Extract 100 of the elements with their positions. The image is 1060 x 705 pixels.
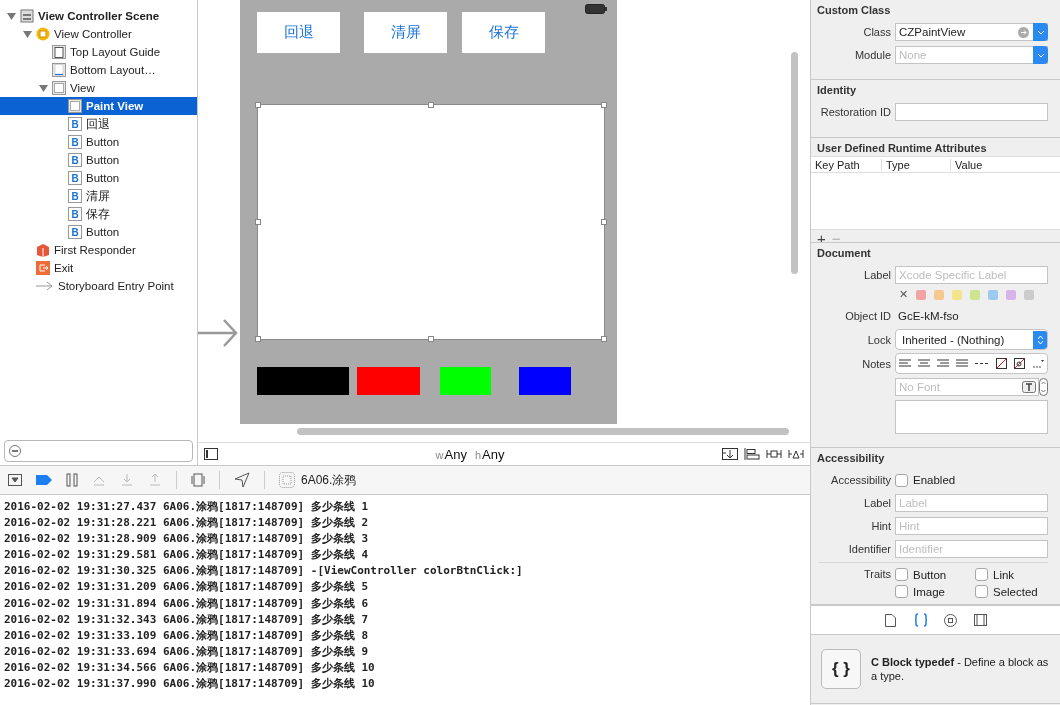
outline-row[interactable]: B 回退 xyxy=(0,115,197,133)
scrollbar[interactable] xyxy=(791,52,798,274)
location-icon[interactable] xyxy=(234,472,250,488)
label-color-swatch[interactable] xyxy=(988,289,998,300)
label-color-swatch[interactable] xyxy=(1024,289,1034,300)
color-button[interactable] xyxy=(519,367,571,395)
font-icon[interactable] xyxy=(1022,381,1036,393)
braces-icon[interactable] xyxy=(913,613,928,627)
lock-select[interactable]: Inherited - (Nothing) xyxy=(895,329,1048,350)
toolbar-button[interactable]: 清屏 xyxy=(364,12,447,53)
outline-row[interactable]: Bottom Layout… xyxy=(0,61,197,79)
resolve-icon[interactable] xyxy=(788,448,804,460)
outline-row[interactable]: Storyboard Entry Point xyxy=(0,277,197,295)
toolbar-button[interactable]: 回退 xyxy=(257,12,340,53)
section-title: Document xyxy=(816,247,872,261)
pause-icon[interactable] xyxy=(66,473,78,487)
updown-icon xyxy=(1037,334,1044,345)
column-header[interactable]: Type xyxy=(881,158,950,171)
outline-row[interactable]: View xyxy=(0,79,197,97)
library-item-icon[interactable]: { } xyxy=(821,649,861,689)
battery-icon xyxy=(585,4,607,14)
outline-row[interactable]: B Button xyxy=(0,151,197,169)
toolbar-button[interactable]: 保存 xyxy=(462,12,545,53)
app-icon xyxy=(279,472,295,488)
stepper-icon[interactable] xyxy=(1039,378,1048,396)
label-color-swatch[interactable] xyxy=(952,289,962,300)
outline-row[interactable]: Exit xyxy=(0,259,197,277)
scrollbar[interactable] xyxy=(297,428,789,435)
outline-row[interactable]: B Button xyxy=(0,223,197,241)
outline-row[interactable]: View Controller xyxy=(0,25,197,43)
align-text-icon[interactable] xyxy=(899,359,912,368)
align-text-icon[interactable] xyxy=(956,359,969,368)
label-color-swatch[interactable] xyxy=(934,289,944,300)
checkbox[interactable]: Image xyxy=(895,585,975,598)
outline-row[interactable]: B Button xyxy=(0,169,197,187)
restoration-id-field[interactable] xyxy=(895,103,1048,121)
resize-handle[interactable] xyxy=(601,219,607,225)
align-text-icon[interactable] xyxy=(937,359,950,368)
dropdown-button[interactable] xyxy=(1033,46,1048,64)
align-icon[interactable] xyxy=(744,448,760,460)
panel-toggle-icon[interactable] xyxy=(204,448,218,460)
more-icon[interactable] xyxy=(1031,359,1044,368)
go-arrow-icon[interactable] xyxy=(1018,26,1029,38)
outline-row[interactable]: First Responder xyxy=(0,241,197,259)
no-color-icon[interactable] xyxy=(995,358,1007,369)
dashes-icon[interactable] xyxy=(974,362,989,365)
label-color-swatch[interactable] xyxy=(916,289,926,300)
view-controller-icon xyxy=(36,27,50,41)
step-out-icon[interactable] xyxy=(148,474,162,486)
resize-handle[interactable] xyxy=(601,336,607,342)
chevron-icon xyxy=(1036,52,1045,58)
stack-icon[interactable] xyxy=(722,448,738,460)
outline-row[interactable]: B 清屏 xyxy=(0,187,197,205)
label-color-swatch[interactable] xyxy=(1006,289,1016,300)
column-header[interactable]: Key Path xyxy=(811,158,881,171)
resize-handle[interactable] xyxy=(255,102,261,108)
film-icon[interactable] xyxy=(974,614,987,626)
breakpoints-icon[interactable] xyxy=(36,475,52,485)
resize-handle[interactable] xyxy=(428,102,434,108)
notes-field[interactable] xyxy=(895,400,1048,434)
resize-handle[interactable] xyxy=(255,336,261,342)
no-background-icon[interactable] xyxy=(1013,358,1025,369)
align-text-icon[interactable] xyxy=(918,359,931,368)
hide-console-icon[interactable] xyxy=(8,474,22,486)
debug-target[interactable]: 6A06.涂鸦 xyxy=(301,471,357,489)
checkbox[interactable]: Enabled xyxy=(895,473,956,487)
size-class-value[interactable]: Any xyxy=(444,446,467,462)
color-button[interactable] xyxy=(357,367,420,395)
color-button[interactable] xyxy=(257,367,349,395)
button-icon: B xyxy=(68,153,82,167)
add-button[interactable]: + xyxy=(817,232,826,242)
resize-handle[interactable] xyxy=(601,102,607,108)
filter-field[interactable] xyxy=(4,440,193,462)
checkbox[interactable]: Link xyxy=(975,568,1055,581)
label-color-swatch[interactable] xyxy=(970,289,980,300)
object-icon[interactable] xyxy=(944,613,957,627)
outline-row[interactable]: Paint View xyxy=(0,97,197,115)
step-over-icon[interactable] xyxy=(92,474,106,486)
checkbox[interactable]: Button xyxy=(895,568,975,581)
disclosure-triangle[interactable] xyxy=(38,83,48,93)
checkbox[interactable]: Selected xyxy=(975,585,1055,598)
view-icon xyxy=(68,99,82,113)
outline-row[interactable]: B Button xyxy=(0,133,197,151)
resize-handle[interactable] xyxy=(255,219,261,225)
resize-handle[interactable] xyxy=(428,336,434,342)
color-button[interactable] xyxy=(440,367,491,395)
outline-row[interactable]: Top Layout Guide xyxy=(0,43,197,61)
outline-label: 清屏 xyxy=(86,188,110,204)
view-debugger-icon[interactable] xyxy=(191,473,205,487)
outline-row[interactable]: View Controller Scene xyxy=(0,7,197,25)
outline-row[interactable]: B 保存 xyxy=(0,205,197,223)
clear-label-button[interactable]: ✕ xyxy=(899,288,908,301)
class-field[interactable]: CZPaintView xyxy=(895,23,1048,41)
column-header[interactable]: Value xyxy=(950,158,1055,171)
button-icon: B xyxy=(68,207,82,221)
step-into-icon[interactable] xyxy=(120,474,134,486)
size-class-value[interactable]: Any xyxy=(482,446,505,462)
dropdown-button[interactable] xyxy=(1033,23,1048,41)
pin-icon[interactable] xyxy=(766,448,782,460)
file-icon[interactable] xyxy=(885,613,896,627)
